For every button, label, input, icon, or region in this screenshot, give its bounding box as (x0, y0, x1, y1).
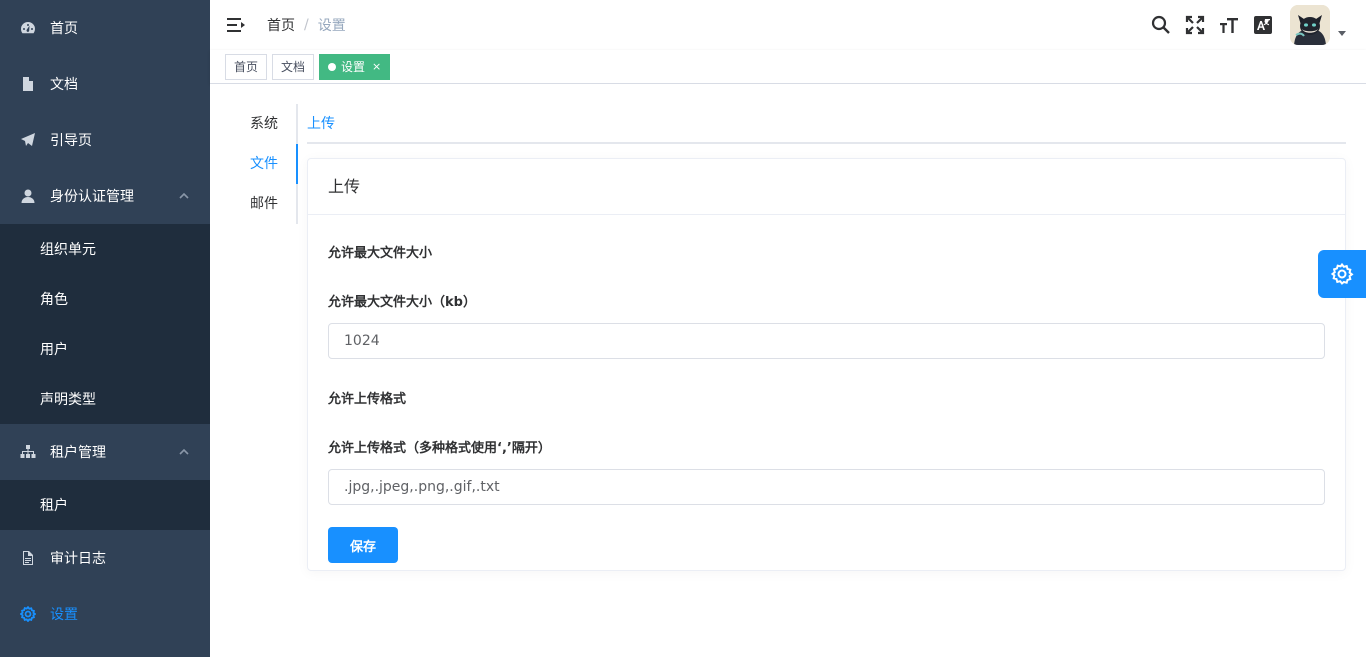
document-icon (20, 76, 36, 92)
tab-upload[interactable]: 上传 (307, 104, 335, 144)
identity-submenu: 组织单元 角色 用户 声明类型 (0, 224, 210, 424)
navbar-right (1150, 0, 1366, 50)
breadcrumb: 首页 / 设置 (267, 15, 346, 35)
save-button[interactable]: 保存 (328, 527, 398, 563)
sidebar-item-org-units[interactable]: 组织单元 (0, 224, 210, 274)
tags-view: 首页 文档 设置 × (210, 50, 1366, 84)
breadcrumb-separator: / (304, 17, 309, 33)
sidebar-item-label: 租户 (40, 498, 68, 514)
sidebar-item-label: 租户管理 (50, 445, 106, 461)
language-icon[interactable] (1252, 14, 1274, 36)
navbar: 首页 / 设置 (210, 0, 1366, 50)
user-icon (20, 188, 36, 204)
sidebar-item-label: 角色 (40, 292, 68, 308)
paper-plane-icon (20, 132, 36, 148)
sidebar-item-tenants[interactable]: 租户 (0, 480, 210, 530)
tree-icon (20, 444, 36, 460)
sidebar-item-label: 文档 (50, 77, 78, 93)
tab-email[interactable]: 邮件 (230, 184, 296, 224)
theme-settings-button[interactable] (1318, 250, 1366, 298)
tab-file[interactable]: 文件 (230, 144, 298, 184)
sidebar-item-label: 审计日志 (50, 551, 106, 567)
sidebar-item-label: 设置 (50, 607, 78, 623)
chevron-up-icon (178, 190, 190, 202)
file-text-icon (20, 550, 36, 566)
breadcrumb-current: 设置 (317, 18, 346, 34)
gear-icon (1330, 262, 1354, 285)
sidebar-item-tenant-management[interactable]: 租户管理 (0, 424, 210, 480)
sidebar-item-identity[interactable]: 身份认证管理 (0, 168, 210, 224)
tab-system[interactable]: 系统 (230, 104, 296, 144)
formats-group-title: 允许上传格式 (328, 392, 407, 407)
formats-label: 允许上传格式（多种格式使用‘,’隔开） (328, 441, 551, 456)
tenant-submenu: 租户 (0, 480, 210, 530)
active-dot-icon (328, 62, 337, 71)
sidebar: 首页 文档 引导页 身份认证管理 组织单元 角色 用户 声明类型 租户管理 租户… (0, 0, 210, 657)
tag-home[interactable]: 首页 (225, 53, 268, 80)
sidebar-item-claim-types[interactable]: 声明类型 (0, 374, 210, 424)
max-size-input[interactable] (328, 323, 1325, 359)
dashboard-icon (20, 20, 36, 36)
sidebar-item-label: 组织单元 (40, 242, 96, 258)
sidebar-item-settings[interactable]: 设置 (0, 586, 210, 642)
tag-label: 首页 (234, 59, 259, 74)
chevron-up-icon (178, 446, 190, 458)
max-size-label: 允许最大文件大小（kb） (328, 295, 476, 310)
avatar (1290, 5, 1330, 45)
sidebar-item-docs[interactable]: 文档 (0, 56, 210, 112)
sidebar-item-label: 引导页 (50, 133, 92, 149)
gear-icon (20, 606, 36, 622)
card-body: 允许最大文件大小 允许最大文件大小（kb） 允许上传格式 允许上传格式（多种格式… (308, 215, 1345, 583)
tag-settings[interactable]: 设置 × (319, 53, 391, 80)
sidebar-item-label: 首页 (50, 21, 78, 37)
sidebar-item-home[interactable]: 首页 (0, 0, 210, 56)
sidebar-item-label: 声明类型 (40, 392, 96, 408)
settings-vertical-tabs: 系统 文件 邮件 (230, 104, 298, 224)
sidebar-item-users[interactable]: 用户 (0, 324, 210, 374)
sidebar-item-guide[interactable]: 引导页 (0, 112, 210, 168)
tag-label: 设置 (341, 59, 366, 74)
file-settings-tabs: 上传 (307, 104, 1346, 144)
app-main: 系统 文件 邮件 上传 上传 允许最大文件大小 允许最大文件大小（kb） 允许上… (210, 84, 1366, 657)
formats-input[interactable] (328, 469, 1325, 505)
hamburger-icon[interactable] (227, 17, 245, 33)
close-icon[interactable]: × (372, 55, 381, 79)
fullscreen-icon[interactable] (1184, 14, 1206, 36)
sidebar-item-audit-logs[interactable]: 审计日志 (0, 530, 210, 586)
user-avatar-dropdown[interactable] (1290, 5, 1346, 45)
sidebar-item-label: 用户 (40, 342, 68, 358)
tag-label: 文档 (281, 59, 306, 74)
font-size-icon[interactable] (1218, 14, 1240, 36)
sidebar-item-roles[interactable]: 角色 (0, 274, 210, 324)
search-icon[interactable] (1150, 14, 1172, 36)
upload-settings-card: 上传 允许最大文件大小 允许最大文件大小（kb） 允许上传格式 允许上传格式（多… (307, 158, 1346, 571)
tag-docs[interactable]: 文档 (272, 53, 315, 80)
sidebar-item-label: 身份认证管理 (50, 189, 134, 205)
breadcrumb-home[interactable]: 首页 (267, 15, 295, 35)
max-size-group-title: 允许最大文件大小 (328, 246, 433, 261)
card-title: 上传 (308, 159, 1345, 215)
caret-down-icon (1338, 30, 1346, 36)
